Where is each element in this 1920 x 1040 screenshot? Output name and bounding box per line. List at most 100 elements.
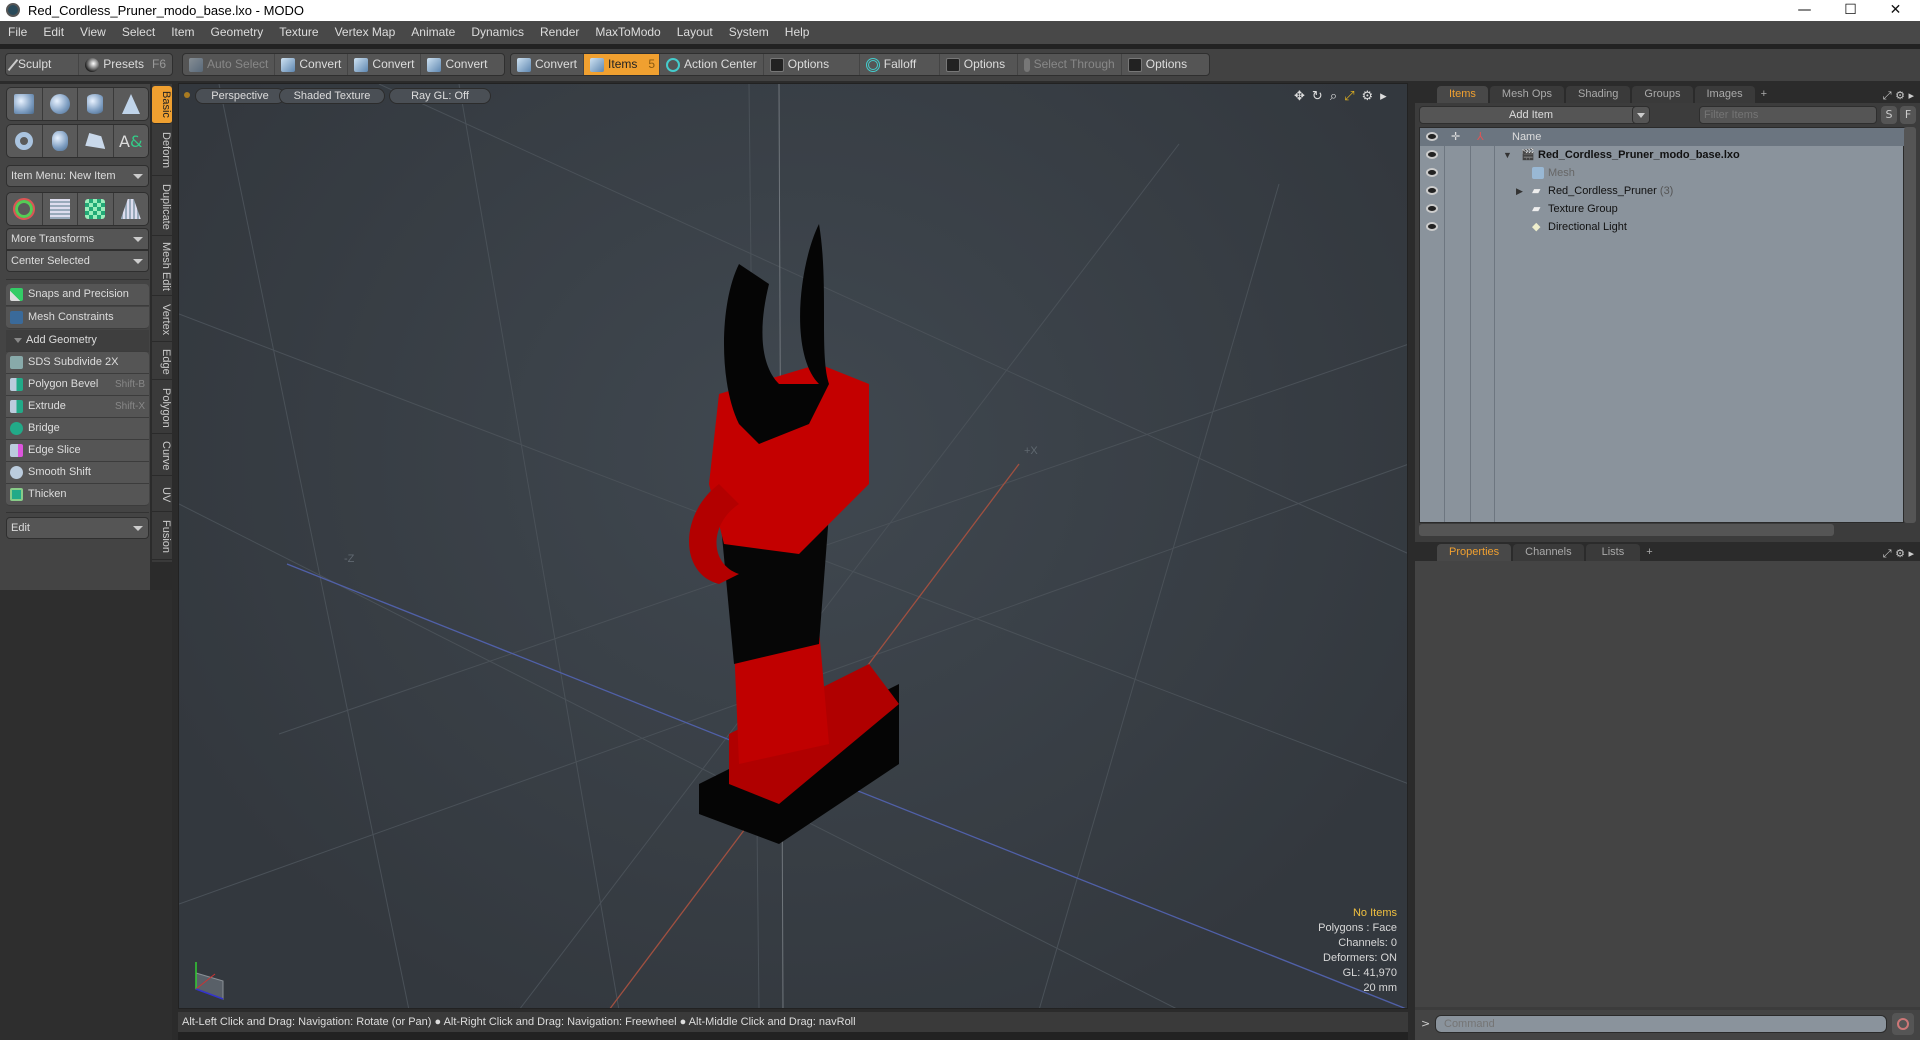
tab-lists[interactable]: Lists	[1585, 544, 1641, 561]
close-button[interactable]: ✕	[1873, 0, 1918, 21]
extrude-button[interactable]: Extrude Shift-X	[6, 396, 149, 418]
action-center-options-button[interactable]: Options	[764, 54, 860, 75]
expand-arrow-icon[interactable]: ▼	[1503, 146, 1512, 164]
sds-subdivide-button[interactable]: SDS Subdivide 2X	[6, 352, 149, 374]
expand-arrow-icon[interactable]: ▶	[1516, 182, 1523, 200]
zoom-icon[interactable]: ⌕	[1330, 89, 1337, 104]
shading-mode-button[interactable]: Shaded Texture	[279, 88, 385, 104]
command-input[interactable]	[1435, 1015, 1887, 1033]
vtab-curve[interactable]: Curve	[152, 436, 172, 476]
pan-icon[interactable]: ✥	[1294, 89, 1305, 104]
menu-animate[interactable]: Animate	[403, 21, 463, 44]
tree-row-scene[interactable]: ▼ 🎬 Red_Cordless_Pruner_modo_base.lxo	[1420, 146, 1905, 164]
panel-gear-icon[interactable]: ⚙	[1895, 89, 1905, 102]
3d-viewport[interactable]: +X -Z Perspective Shaded Texture Ray GL:…	[178, 83, 1408, 1009]
tab-groups[interactable]: Groups	[1632, 86, 1693, 103]
tree-row-light[interactable]: ◆ Directional Light	[1420, 218, 1905, 236]
vtab-deform[interactable]: Deform	[152, 126, 172, 176]
bridge-button[interactable]: Bridge	[6, 418, 149, 440]
add-item-dropdown[interactable]	[1632, 106, 1650, 124]
sphere-primitive-button[interactable]	[43, 88, 78, 120]
tab-channels[interactable]: Channels	[1513, 544, 1584, 561]
snaps-precision-button[interactable]: Snaps and Precision	[6, 284, 149, 306]
menu-help[interactable]: Help	[777, 21, 818, 44]
ray-gl-button[interactable]: Ray GL: Off	[389, 88, 491, 104]
panel-gear-icon[interactable]: ⚙	[1895, 547, 1905, 560]
viewport-menu-dot[interactable]	[184, 92, 190, 98]
presets-button[interactable]: Presets F6	[79, 54, 172, 75]
edit-dropdown[interactable]: Edit	[6, 517, 149, 539]
tab-mesh-ops[interactable]: Mesh Ops	[1489, 86, 1565, 103]
edge-slice-button[interactable]: Edge Slice	[6, 440, 149, 462]
vtab-vertex[interactable]: Vertex	[152, 298, 172, 342]
vtab-fusion[interactable]: Fusion	[152, 514, 172, 560]
vtab-uv[interactable]: UV	[152, 478, 172, 512]
minimize-button[interactable]: —	[1782, 0, 1827, 21]
maximize-panel-icon[interactable]: ⤢	[1883, 89, 1892, 102]
add-item-button[interactable]: Add Item	[1419, 106, 1643, 124]
menu-layout[interactable]: Layout	[669, 21, 721, 44]
expand-arrow-icon[interactable]: ▸	[1380, 89, 1387, 104]
vtab-polygon[interactable]: Polygon	[152, 382, 172, 434]
torus-primitive-button[interactable]	[7, 125, 43, 157]
smooth-shift-button[interactable]: Smooth Shift	[6, 462, 149, 484]
fit-view-icon[interactable]: ⤢	[1344, 89, 1354, 104]
menu-texture[interactable]: Texture	[271, 21, 326, 44]
menu-render[interactable]: Render	[532, 21, 587, 44]
vtab-mesh-edit[interactable]: Mesh Edit	[152, 238, 172, 296]
visibility-toggle-icon[interactable]	[1426, 168, 1438, 177]
name-column-header[interactable]: Name	[1512, 128, 1541, 146]
tree-horizontal-scrollbar[interactable]	[1419, 524, 1834, 536]
convert-polygons-button[interactable]: Convert	[421, 54, 493, 75]
menu-item[interactable]: Item	[163, 21, 202, 44]
checker-button[interactable]	[78, 193, 114, 225]
menu-edit[interactable]: Edit	[35, 21, 72, 44]
panel-arrow-icon[interactable]: ▸	[1908, 547, 1914, 560]
menu-select[interactable]: Select	[114, 21, 163, 44]
menu-file[interactable]: File	[0, 21, 35, 44]
add-tab-button[interactable]: +	[1642, 544, 1656, 561]
select-options-button[interactable]: Options	[1122, 54, 1193, 75]
menu-vertex-map[interactable]: Vertex Map	[327, 21, 404, 44]
add-tab-button[interactable]: +	[1757, 86, 1771, 103]
visibility-toggle-icon[interactable]	[1426, 186, 1438, 195]
tab-properties[interactable]: Properties	[1437, 544, 1512, 561]
tab-shading[interactable]: Shading	[1566, 86, 1631, 103]
menu-view[interactable]: View	[72, 21, 114, 44]
item-menu-dropdown[interactable]: Item Menu: New Item	[6, 165, 149, 187]
filter-s-button[interactable]: S	[1881, 106, 1897, 124]
cone-primitive-button[interactable]	[114, 88, 149, 120]
polygon-bevel-button[interactable]: Polygon Bevel Shift-B	[6, 374, 149, 396]
filter-items-input[interactable]	[1699, 106, 1877, 124]
transform-button[interactable]	[7, 193, 43, 225]
sculpt-button[interactable]: Sculpt	[6, 54, 80, 75]
visibility-toggle-icon[interactable]	[1426, 150, 1438, 159]
cylinder-primitive-button[interactable]	[78, 88, 114, 120]
panel-arrow-icon[interactable]: ▸	[1908, 89, 1914, 102]
more-transforms-dropdown[interactable]: More Transforms	[6, 228, 149, 250]
falloff-options-button[interactable]: Options	[940, 54, 1018, 75]
thicken-button[interactable]: Thicken	[6, 484, 149, 506]
convert-edges-button[interactable]: Convert	[348, 54, 422, 75]
convert-vertices-button[interactable]: Convert	[275, 54, 349, 75]
text-tool-button[interactable]: A&	[114, 125, 149, 157]
falloff-button[interactable]: Falloff	[860, 54, 940, 75]
tab-items[interactable]: Items	[1437, 86, 1488, 103]
menu-geometry[interactable]: Geometry	[203, 21, 272, 44]
tab-images[interactable]: Images	[1694, 86, 1755, 103]
tree-row-group[interactable]: ▶ ▰ Red_Cordless_Pruner (3)	[1420, 182, 1905, 200]
menu-maxtomodo[interactable]: MaxToModo	[587, 21, 668, 44]
grid-button[interactable]	[43, 193, 78, 225]
filter-f-button[interactable]: F	[1900, 106, 1916, 124]
auto-select-button[interactable]: Auto Select	[183, 54, 276, 75]
vtab-basic[interactable]: Basic	[152, 86, 172, 124]
convert-items-button[interactable]: Convert	[511, 54, 585, 75]
maximize-button[interactable]: ☐	[1828, 0, 1873, 21]
menu-dynamics[interactable]: Dynamics	[463, 21, 532, 44]
tree-vertical-scrollbar[interactable]	[1904, 127, 1916, 523]
tree-row-texture-group[interactable]: ▰ Texture Group	[1420, 200, 1905, 218]
vtab-edge[interactable]: Edge	[152, 344, 172, 380]
items-mode-button[interactable]: Items 5	[584, 54, 661, 75]
maximize-panel-icon[interactable]: ⤢	[1883, 547, 1892, 560]
cube-primitive-button[interactable]	[7, 88, 43, 120]
